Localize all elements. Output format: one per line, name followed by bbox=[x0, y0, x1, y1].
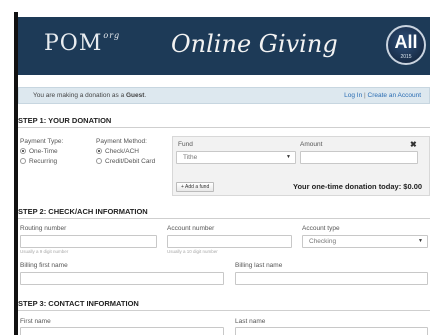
guest-message-prefix: You are making a donation as a bbox=[33, 92, 126, 99]
account-number-hint: Usually a 10 digit number bbox=[167, 249, 218, 254]
account-links: Log In | Create an Account bbox=[344, 92, 421, 99]
routing-number-input[interactable] bbox=[20, 235, 157, 248]
header-banner: POMorg Online Giving All 2015 bbox=[18, 17, 430, 75]
first-name-input[interactable] bbox=[20, 327, 224, 335]
radio-selected-icon bbox=[20, 148, 26, 154]
campaign-badge: All 2015 bbox=[386, 25, 426, 65]
payment-type-recurring[interactable]: Recurring bbox=[20, 158, 57, 165]
account-type-label: Account type bbox=[302, 225, 340, 232]
billing-last-name-label: Billing last name bbox=[235, 262, 283, 269]
donation-total: Your one-time donation today: $0.00 bbox=[293, 182, 423, 191]
payment-type-recurring-label: Recurring bbox=[29, 158, 58, 165]
routing-number-hint: Usually a 9 digit number bbox=[20, 249, 69, 254]
payment-type-one-time-label: One-Time bbox=[29, 148, 58, 155]
payment-method-card-label: Credit/Debit Card bbox=[105, 158, 156, 165]
radio-unselected-icon bbox=[96, 158, 102, 164]
payment-method-card[interactable]: Credit/Debit Card bbox=[96, 158, 155, 165]
badge-year: 2015 bbox=[400, 54, 412, 60]
create-account-link[interactable]: Create an Account bbox=[368, 92, 421, 99]
chevron-down-icon: ▼ bbox=[286, 154, 291, 160]
fund-select-value: Tithe bbox=[183, 154, 198, 161]
fund-label: Fund bbox=[178, 141, 193, 148]
remove-fund-icon[interactable]: ✖ bbox=[410, 140, 417, 149]
guest-message-suffix: . bbox=[144, 92, 147, 99]
guest-notice-bar: You are making a donation as a Guest. Lo… bbox=[18, 87, 430, 104]
first-name-label: First name bbox=[20, 318, 51, 325]
last-name-input[interactable] bbox=[235, 327, 428, 335]
fund-select[interactable]: Tithe ▼ bbox=[176, 151, 296, 164]
step3-divider bbox=[18, 310, 430, 311]
account-number-label: Account number bbox=[167, 225, 215, 232]
step1-heading: STEP 1: YOUR DONATION bbox=[18, 116, 112, 125]
chevron-down-icon: ▼ bbox=[418, 238, 423, 244]
billing-first-name-input[interactable] bbox=[20, 272, 224, 285]
right-margin bbox=[437, 0, 444, 335]
payment-type-one-time[interactable]: One-Time bbox=[20, 148, 58, 155]
last-name-label: Last name bbox=[235, 318, 266, 325]
account-type-select[interactable]: Checking ▼ bbox=[302, 235, 428, 248]
logo-text: POM bbox=[44, 31, 103, 56]
logo-suffix: org bbox=[103, 31, 121, 40]
routing-number-label: Routing number bbox=[20, 225, 67, 232]
radio-unselected-icon bbox=[20, 158, 26, 164]
step1-divider bbox=[18, 127, 430, 128]
payment-method-check-label: Check/ACH bbox=[105, 148, 139, 155]
billing-first-name-label: Billing first name bbox=[20, 262, 68, 269]
login-link[interactable]: Log In bbox=[344, 92, 362, 99]
guest-message: You are making a donation as a Guest. bbox=[33, 92, 146, 99]
step2-divider bbox=[18, 218, 430, 219]
payment-method-check[interactable]: Check/ACH bbox=[96, 148, 139, 155]
left-margin bbox=[0, 0, 14, 335]
badge-text: All bbox=[394, 32, 418, 52]
billing-last-name-input[interactable] bbox=[235, 272, 428, 285]
page-title: Online Giving bbox=[171, 30, 338, 58]
payment-type-label: Payment Type: bbox=[20, 138, 64, 145]
payment-method-label: Payment Method: bbox=[96, 138, 147, 145]
amount-label: Amount bbox=[300, 141, 323, 148]
org-logo[interactable]: POMorg bbox=[44, 31, 120, 56]
radio-selected-icon bbox=[96, 148, 102, 154]
step2-heading: STEP 2: CHECK/ACH INFORMATION bbox=[18, 207, 148, 216]
amount-input[interactable] bbox=[300, 151, 418, 164]
guest-message-user: Guest bbox=[126, 92, 145, 99]
add-fund-button[interactable]: + Add a fund bbox=[176, 182, 215, 192]
account-number-input[interactable] bbox=[167, 235, 292, 248]
account-type-value: Checking bbox=[309, 238, 337, 245]
step3-heading: STEP 3: CONTACT INFORMATION bbox=[18, 299, 139, 308]
